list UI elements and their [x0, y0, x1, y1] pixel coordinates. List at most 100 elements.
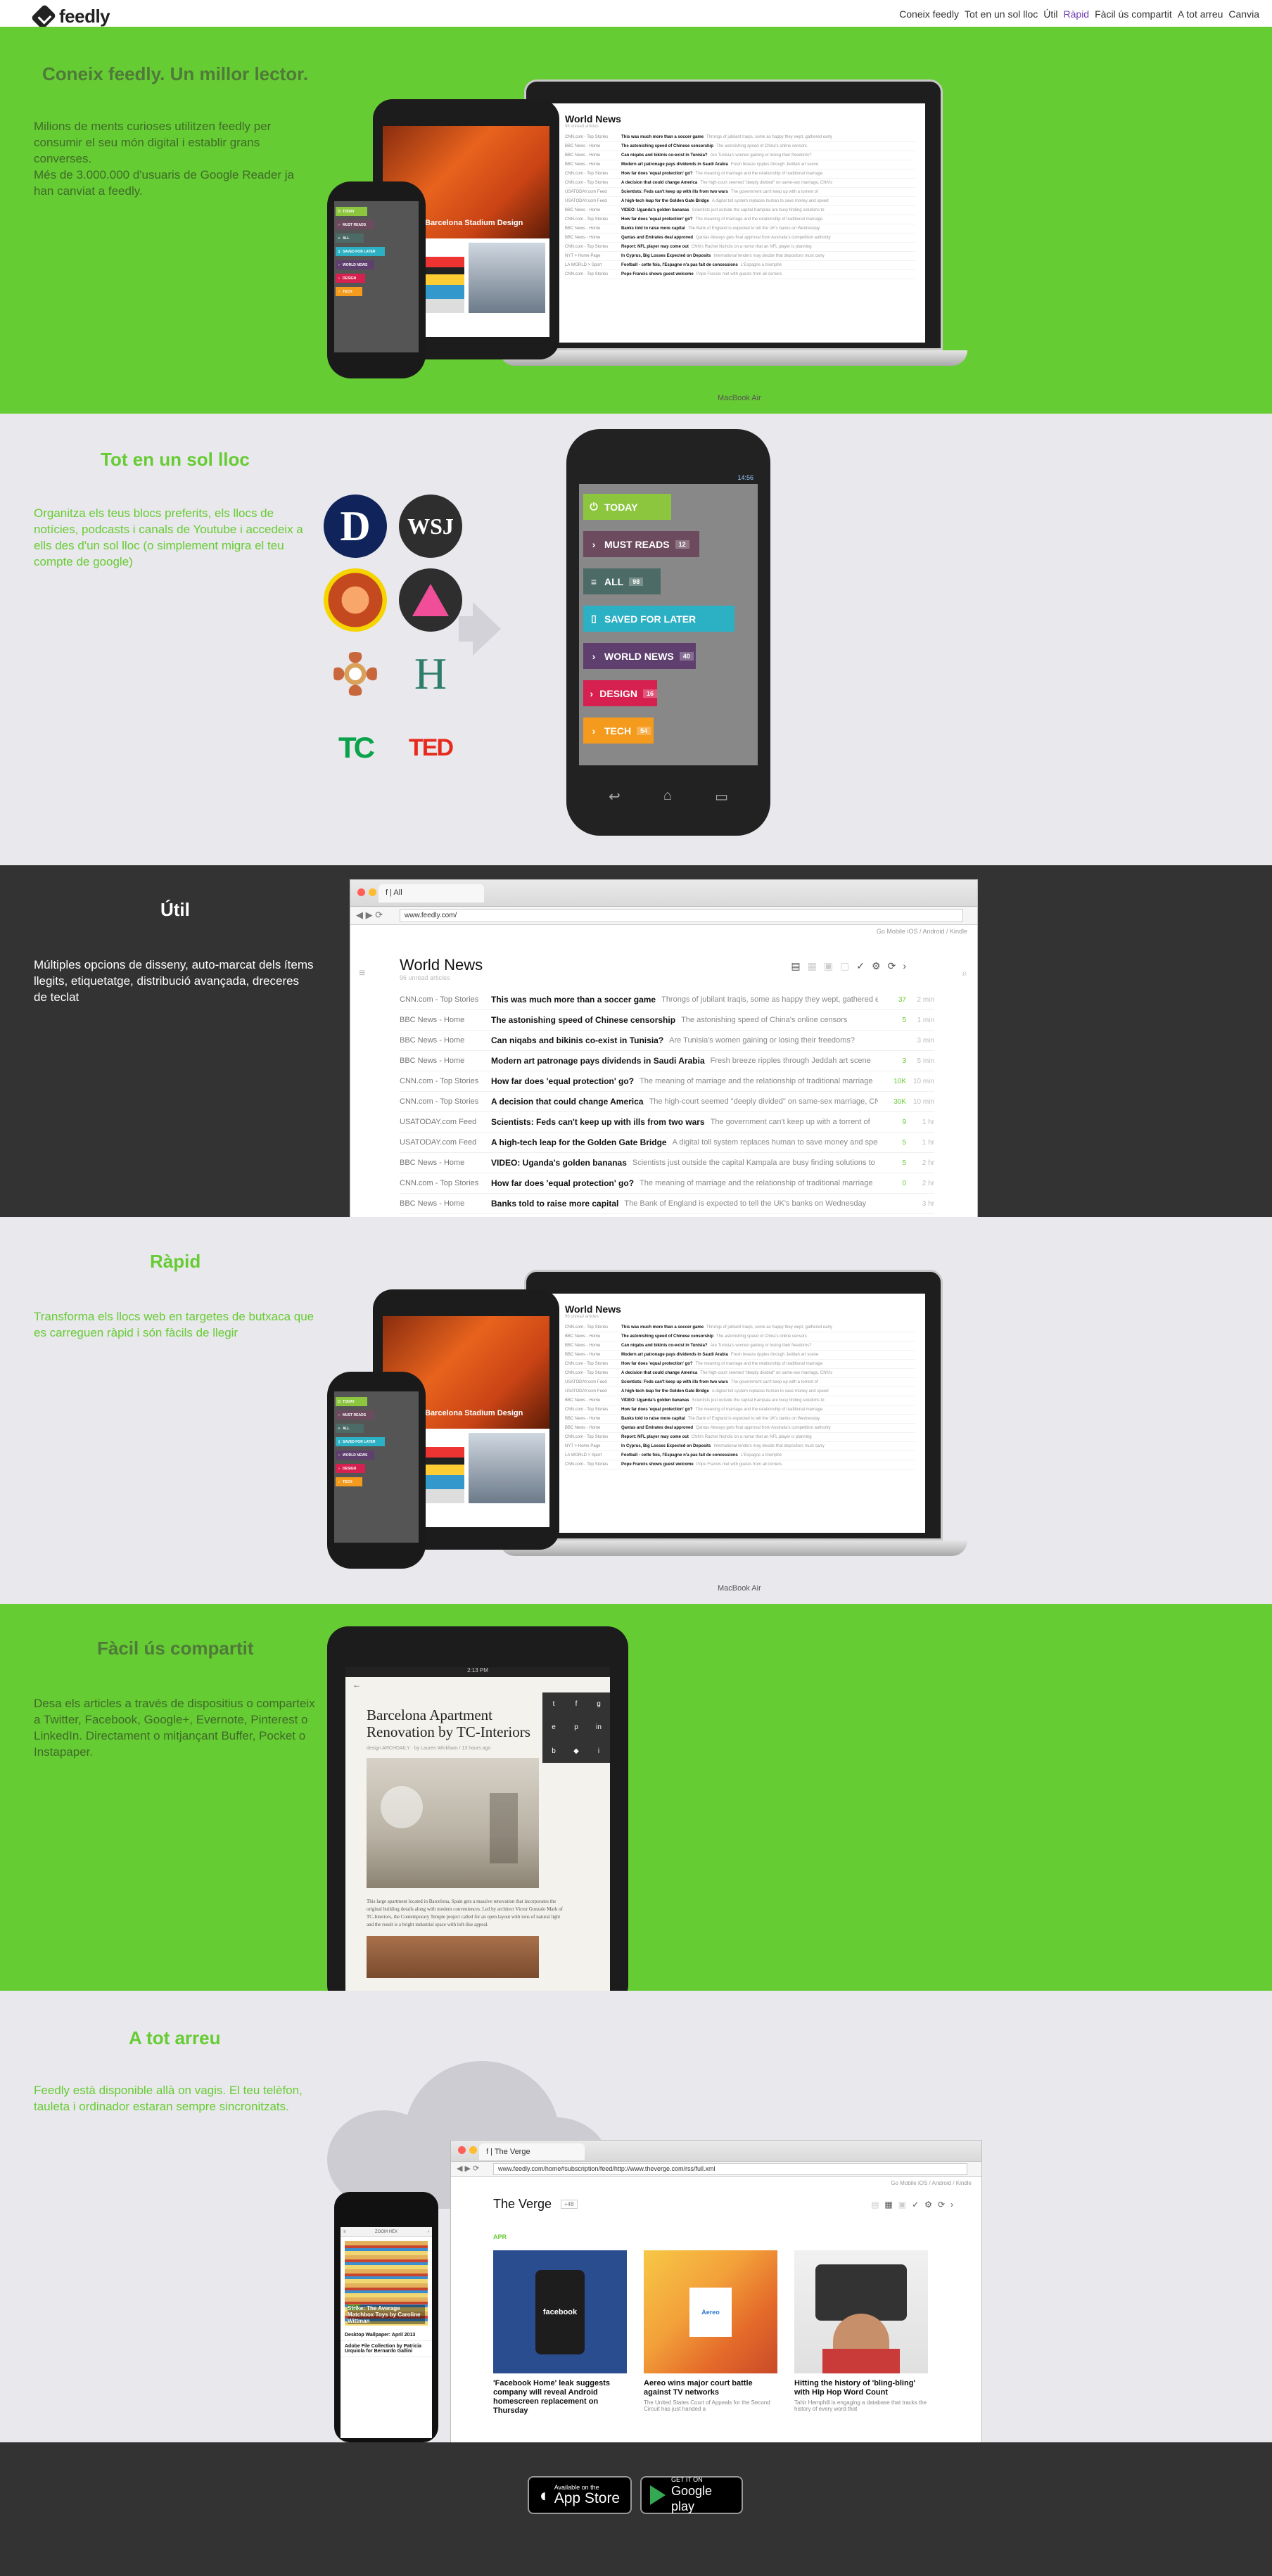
search-icon[interactable]: ⌕ [962, 967, 967, 979]
go-mobile-links[interactable]: Go Mobile iOS / Android / Kindle [891, 2180, 972, 2186]
list-item[interactable]: CNN.com - Top Stories A decision that cou… [565, 1369, 915, 1378]
list-item[interactable]: BBC News - Home Qantas and Emirates deal … [565, 234, 915, 243]
list-item[interactable]: CNN.com - Top Stories How far does 'equal… [565, 215, 915, 224]
google-play-badge[interactable]: GET IT ON Google play [640, 2476, 743, 2514]
list-item[interactable]: BBC News - Home Can niqabs and bikinis co… [565, 151, 915, 160]
mark-read-icon[interactable]: ✓ [856, 960, 865, 972]
minimize-button[interactable] [469, 2146, 477, 2154]
menu-item-saved-for-later[interactable]: ▯ Saved for later [583, 606, 734, 632]
refresh-icon[interactable]: ⟳ [938, 2200, 945, 2210]
table-row[interactable]: BBC News - Home The astonishing speed of … [400, 1010, 934, 1031]
address-bar[interactable]: www.feedly.com/ [400, 909, 963, 922]
article-card[interactable]: Aereo Aereo wins major court battle agai… [644, 2250, 777, 2416]
list-item[interactable]: CNN.com - Top Stories Report: NFL player … [565, 243, 915, 252]
layout-grid-icon[interactable]: ▦ [884, 2200, 892, 2210]
next-icon[interactable]: › [950, 2200, 953, 2210]
list-item[interactable]: CNN.com - Top Stories Pope Francis shows … [565, 270, 915, 279]
refresh-icon[interactable]: ⟳ [888, 960, 896, 972]
menu-item-saved-for-later[interactable]: ▯ Saved for later [336, 1437, 385, 1446]
menu-item-today[interactable]: ⏻ Today [336, 207, 367, 216]
iphone-list-item[interactable]: Desktop Wallpaper: April 2013 [341, 2330, 432, 2341]
list-item[interactable]: BBC News - Home Qantas and Emirates deal … [565, 1424, 915, 1433]
list-item[interactable]: USATODAY.com Feed Scientists: Feds can't … [565, 188, 915, 197]
googleplus-icon[interactable]: g [597, 1700, 601, 1708]
menu-item-tech[interactable]: › Tech [336, 1477, 362, 1486]
list-item[interactable]: BBC News - Home Modern art patronage pays… [565, 1351, 915, 1360]
menu-item-today[interactable]: ⏻ Today [583, 494, 671, 520]
menu-item-all[interactable]: ≡ All [336, 1424, 364, 1433]
nav-link-tot-en-un[interactable]: Tot en un sol lloc [965, 8, 1038, 20]
list-item[interactable]: BBC News - Home The astonishing speed of … [565, 142, 915, 151]
list-item[interactable]: BBC News - Home Banks told to raise more … [565, 224, 915, 234]
recent-apps-icon[interactable]: ▭ [715, 788, 728, 805]
article-card[interactable]: Hitting the history of 'bling-bling' wit… [794, 2250, 928, 2416]
nav-arrows-icon[interactable]: ◀ ▶ ⟳ [457, 2164, 479, 2173]
menu-item-saved-for-later[interactable]: ▯ Saved for later [336, 247, 385, 256]
menu-icon[interactable]: ≡ [359, 967, 365, 980]
list-item[interactable]: CNN.com - Top Stories How far does 'equal… [565, 170, 915, 179]
list-item[interactable]: BBC News - Home Modern art patronage pays… [565, 160, 915, 170]
menu-item-must-reads[interactable]: › Must Reads [336, 1410, 374, 1420]
settings-icon[interactable]: ⚙ [924, 2200, 932, 2210]
list-item[interactable]: BBC News - Home VIDEO: Uganda's golden ba… [565, 1396, 915, 1405]
menu-item-design[interactable]: › Design [336, 274, 365, 283]
list-item[interactable]: BBC News - Home Can niqabs and bikinis co… [565, 1341, 915, 1351]
menu-icon[interactable]: ≡ [343, 2227, 346, 2237]
menu-item-tech[interactable]: › Tech [336, 287, 362, 296]
unread-badge[interactable]: +48 [561, 2200, 578, 2209]
browser-tab[interactable]: f | All [379, 884, 484, 903]
table-row[interactable]: CNN.com - Top Stories How far does 'equal… [400, 1071, 934, 1092]
nav-link-compartit[interactable]: Fàcil ús compartit [1095, 8, 1172, 20]
home-icon[interactable]: ⌂ [663, 788, 672, 805]
pinterest-icon[interactable]: p [574, 1723, 578, 1731]
menu-item-all[interactable]: ≡ All 98 [583, 568, 661, 594]
menu-item-must-reads[interactable]: › Must Reads [336, 220, 374, 229]
list-item[interactable]: CNN.com - Top Stories How far does 'equal… [565, 1405, 915, 1415]
menu-item-all[interactable]: ≡ All [336, 234, 364, 243]
table-row[interactable]: USATODAY.com Feed Scientists: Feds can't … [400, 1112, 934, 1133]
list-item[interactable]: BBC News - Home VIDEO: Uganda's golden ba… [565, 206, 915, 215]
layout-list-icon[interactable]: ▤ [871, 2200, 879, 2210]
menu-item-world-news[interactable]: › World News [336, 260, 374, 269]
back-arrow-icon[interactable]: ← [352, 1680, 361, 1690]
settings-icon[interactable]: ⚙ [872, 960, 881, 972]
list-item[interactable]: LA WORLD > Sport Football - cette fois, l… [565, 261, 915, 270]
table-row[interactable]: CNN.com - Top Stories A decision that cou… [400, 1092, 934, 1112]
list-item[interactable]: NYT > Home Page In Cyprus, Big Losses Exp… [565, 1442, 915, 1451]
nav-link-canvia[interactable]: Canvia [1228, 8, 1259, 20]
pocket-icon[interactable]: ◆ [573, 1747, 579, 1755]
address-bar[interactable]: www.feedly.com/home#subscription/feed/ht… [493, 2163, 967, 2175]
layout-grid-icon[interactable]: ▦ [808, 960, 817, 972]
table-row[interactable]: CNN.com - Top Stories This was much more … [400, 990, 934, 1010]
feedly-logo[interactable]: feedly [30, 4, 110, 30]
buffer-icon[interactable]: b [552, 1747, 556, 1755]
next-icon[interactable]: › [903, 960, 906, 972]
list-item[interactable]: USATODAY.com Feed A high-tech leap for th… [565, 1387, 915, 1396]
layout-list-icon[interactable]: ▤ [791, 960, 800, 972]
menu-item-design[interactable]: › Design 16 [583, 680, 657, 706]
menu-item-world-news[interactable]: › World News 40 [583, 643, 696, 669]
app-store-badge[interactable]: ◖ Available on the App Store [528, 2476, 632, 2514]
layout-card-icon[interactable]: ▣ [898, 2200, 906, 2210]
list-item[interactable]: USATODAY.com Feed A high-tech leap for th… [565, 197, 915, 206]
browser-tab[interactable]: f | The Verge [479, 2143, 585, 2160]
close-button[interactable] [357, 888, 365, 896]
list-item[interactable]: NYT > Home Page In Cyprus, Big Losses Exp… [565, 252, 915, 261]
nav-link-coneix[interactable]: Coneix feedly [899, 8, 959, 20]
menu-item-tech[interactable]: › Tech 54 [583, 718, 654, 744]
list-item[interactable]: CNN.com - Top Stories This was much more … [565, 133, 915, 142]
nav-link-a-tot-arreu[interactable]: A tot arreu [1178, 8, 1223, 20]
table-row[interactable]: CNN.com - Top Stories How far does 'equal… [400, 1173, 934, 1194]
list-item[interactable]: CNN.com - Top Stories Report: NFL player … [565, 1433, 915, 1442]
nav-link-util[interactable]: Útil [1043, 8, 1057, 20]
table-row[interactable]: BBC News - Home Modern art patronage pays… [400, 1051, 934, 1071]
menu-item-design[interactable]: › Design [336, 1464, 365, 1473]
mark-read-icon[interactable]: ✓ [912, 2200, 919, 2210]
minimize-button[interactable] [369, 888, 376, 896]
more-icon[interactable]: › [428, 2227, 429, 2237]
back-icon[interactable]: ↩ [609, 788, 621, 805]
close-button[interactable] [458, 2146, 466, 2154]
layout-full-icon[interactable]: ▢ [840, 960, 849, 972]
go-mobile-links[interactable]: Go Mobile iOS / Android / Kindle [877, 928, 967, 935]
linkedin-icon[interactable]: in [596, 1723, 602, 1731]
